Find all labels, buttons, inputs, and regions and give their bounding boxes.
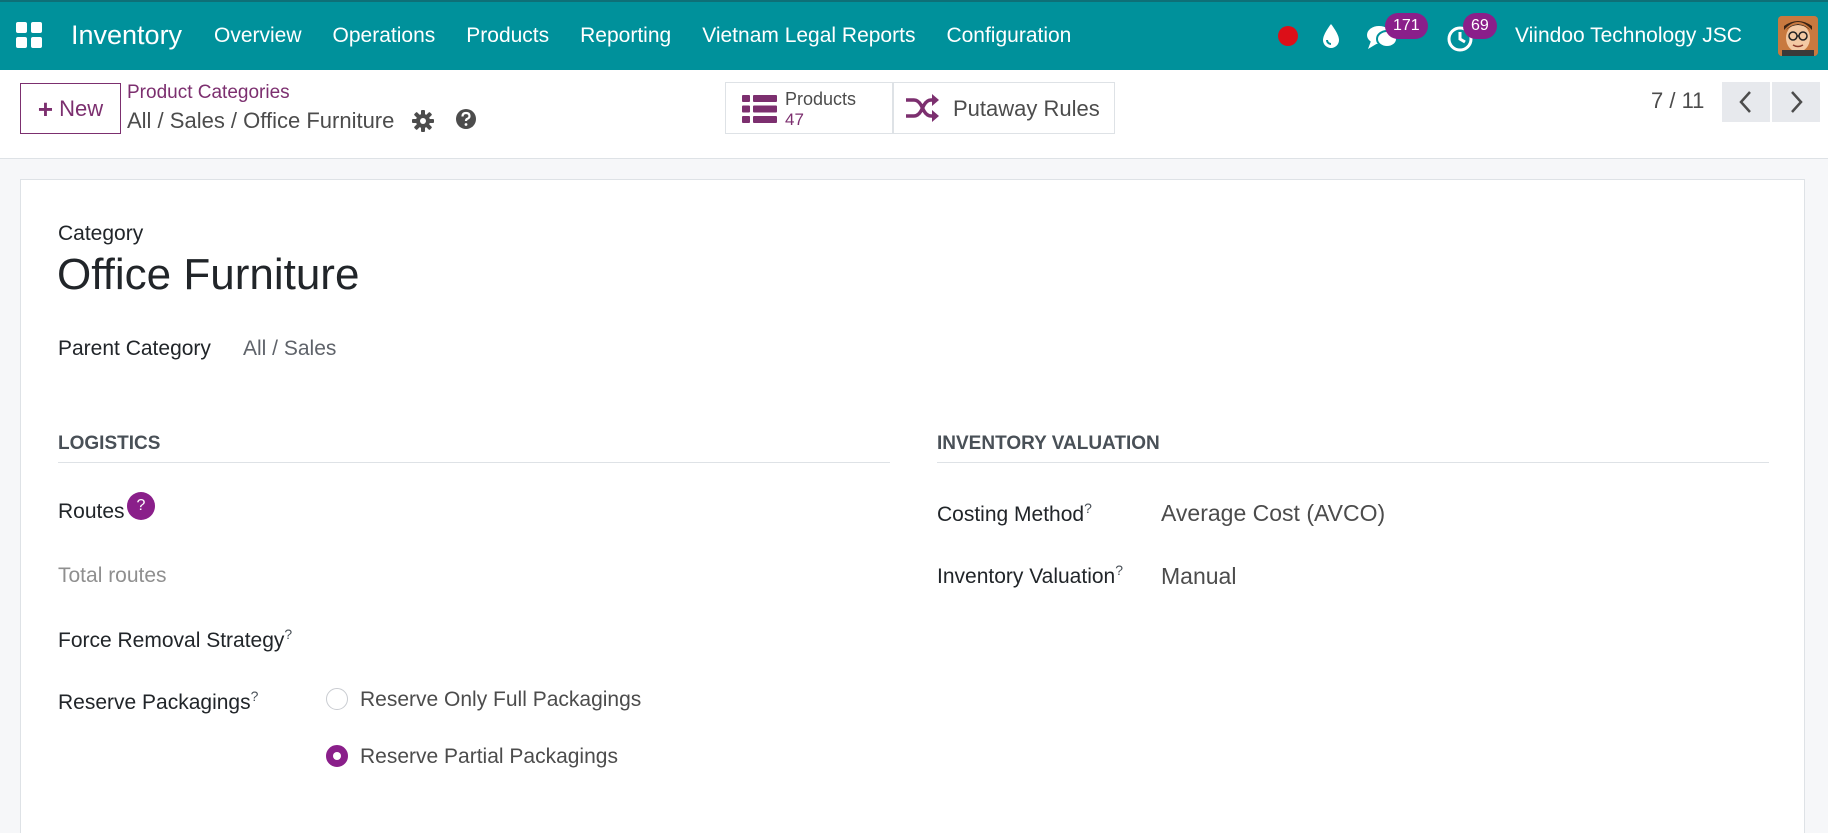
putaway-rules-button[interactable]: Putaway Rules: [893, 82, 1115, 134]
force-removal-help-mark[interactable]: ?: [284, 626, 292, 642]
reserve-packagings-label: Reserve Packagings?: [58, 688, 258, 715]
costing-method-help-mark[interactable]: ?: [1084, 500, 1092, 516]
products-smart-label: Products: [785, 89, 857, 109]
costing-method-label: Costing Method?: [937, 500, 1092, 527]
routes-label-text: Routes: [58, 500, 125, 523]
pager-previous-button[interactable]: [1722, 82, 1770, 122]
reserve-full-label[interactable]: Reserve Only Full Packagings: [360, 688, 641, 712]
inventory-valuation-field[interactable]: Manual: [1161, 563, 1236, 590]
products-smart-count: 47: [785, 110, 804, 129]
logistics-section-title: LOGISTICS: [58, 433, 161, 454]
category-label: Category: [58, 222, 144, 245]
apps-grid-icon[interactable]: [16, 22, 44, 50]
menu-reporting[interactable]: Reporting: [580, 24, 671, 48]
top-navbar: Inventory Overview Operations Products R…: [0, 0, 1828, 70]
inventory-valuation-label: Inventory Valuation?: [937, 562, 1123, 589]
costing-method-text: Costing Method: [937, 503, 1085, 526]
shuffle-icon: [906, 94, 939, 122]
total-routes-link[interactable]: Total routes: [58, 564, 167, 588]
chevron-right-icon: [1791, 91, 1803, 113]
breadcrumb-product-categories[interactable]: Product Categories: [127, 82, 290, 104]
routes-label: Routes: [58, 500, 125, 524]
gear-icon[interactable]: [412, 110, 434, 132]
pager-next-button[interactable]: [1772, 82, 1820, 122]
inventory-valuation-text: Inventory Valuation: [937, 565, 1116, 588]
menu-products[interactable]: Products: [466, 24, 549, 48]
activities-count-badge: 69: [1463, 13, 1497, 39]
app-name[interactable]: Inventory: [71, 20, 182, 51]
force-removal-strategy-label: Force Removal Strategy?: [58, 626, 292, 653]
inventory-valuation-divider: [937, 462, 1769, 463]
help-circle-icon[interactable]: [455, 108, 477, 130]
inventory-valuation-help-mark[interactable]: ?: [1115, 562, 1123, 578]
new-button[interactable]: + New: [20, 83, 121, 134]
parent-category-field[interactable]: All / Sales: [243, 337, 336, 361]
category-name-field[interactable]: Office Furniture: [57, 250, 359, 300]
pager-value[interactable]: 7 / 11: [1651, 88, 1704, 114]
inventory-valuation-section-title: INVENTORY VALUATION: [937, 433, 1160, 454]
record-dot-icon[interactable]: [1278, 26, 1298, 46]
parent-category-label: Parent Category: [58, 337, 211, 360]
routes-help-icon[interactable]: ?: [127, 492, 155, 520]
menu-configuration[interactable]: Configuration: [946, 24, 1071, 48]
breadcrumb-current-record: All / Sales / Office Furniture: [127, 108, 395, 133]
products-smart-button[interactable]: Products 47: [725, 82, 893, 134]
reserve-partial-label[interactable]: Reserve Partial Packagings: [360, 745, 618, 769]
messages-count-badge: 171: [1385, 13, 1428, 39]
reserve-full-radio[interactable]: [326, 688, 348, 710]
logistics-divider: [58, 462, 890, 463]
force-removal-strategy-text: Force Removal Strategy: [58, 629, 285, 652]
reserve-packagings-text: Reserve Packagings: [58, 691, 251, 714]
new-button-label: New: [59, 95, 104, 121]
menu-overview[interactable]: Overview: [214, 24, 302, 48]
putaway-rules-label: Putaway Rules: [953, 96, 1100, 121]
menu-operations[interactable]: Operations: [333, 24, 436, 48]
company-switcher[interactable]: Viindoo Technology JSC: [1515, 24, 1742, 48]
water-drop-icon[interactable]: [1320, 23, 1342, 49]
reserve-packagings-help-mark[interactable]: ?: [251, 688, 259, 704]
list-icon: [742, 95, 777, 123]
main-menu: Overview Operations Products Reporting V…: [214, 24, 1102, 48]
plus-icon: +: [37, 93, 54, 124]
reserve-partial-radio[interactable]: [326, 745, 348, 767]
menu-vietnam-legal-reports[interactable]: Vietnam Legal Reports: [702, 24, 915, 48]
costing-method-field[interactable]: Average Cost (AVCO): [1161, 500, 1385, 527]
chevron-left-icon: [1739, 91, 1751, 113]
control-panel: + New Product Categories All / Sales / O…: [0, 70, 1828, 159]
user-avatar[interactable]: [1778, 16, 1818, 56]
form-sheet: Category Office Furniture Parent Categor…: [20, 179, 1805, 833]
